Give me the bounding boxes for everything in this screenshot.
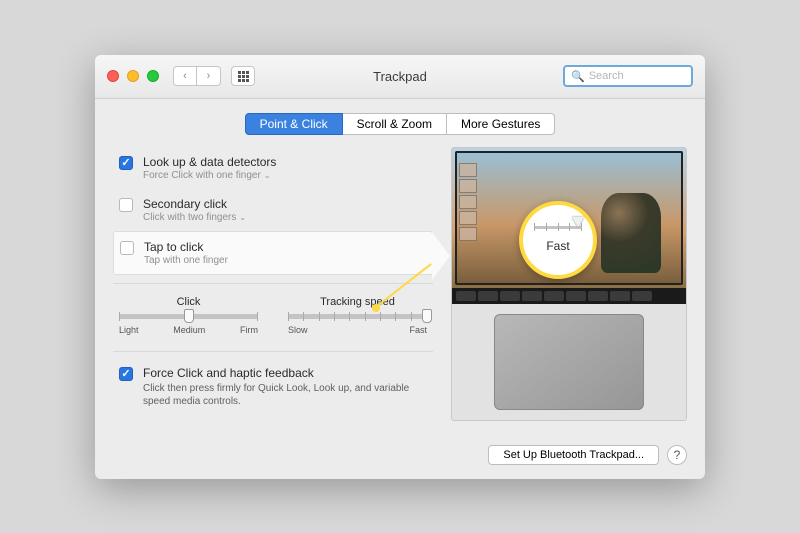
grid-icon [238, 71, 249, 82]
callout-bubble: Fast [519, 201, 597, 279]
nav-buttons: ‹ › [173, 66, 221, 86]
tracking-slider[interactable] [288, 314, 427, 319]
close-button[interactable] [107, 70, 119, 82]
help-button[interactable]: ? [667, 445, 687, 465]
tracking-mark-slow: Slow [288, 325, 308, 335]
secondary-dropdown[interactable]: Click with two fingers⌄ [143, 212, 246, 223]
traffic-lights [107, 70, 159, 82]
callout-anchor-dot [372, 304, 380, 312]
force-click-checkbox[interactable] [119, 367, 133, 381]
tab-more-gestures[interactable]: More Gestures [447, 113, 555, 135]
chevron-down-icon: ⌄ [264, 171, 271, 180]
force-click-desc: Click then press firmly for Quick Look, … [143, 382, 427, 408]
sliders-row: Click Light Medium Firm Tracking speed [113, 283, 433, 352]
lookup-title: Look up & data detectors [143, 155, 276, 169]
click-slider-thumb[interactable] [184, 309, 194, 323]
secondary-checkbox[interactable] [119, 198, 133, 212]
preview-touchbar [452, 288, 686, 304]
show-all-button[interactable] [231, 66, 255, 86]
tracking-slider-label: Tracking speed [288, 296, 427, 308]
preview-trackpad-area [452, 304, 686, 420]
preview-panel: Fast [451, 147, 687, 421]
preferences-window: ‹ › Trackpad 🔍 Search Point & Click Scro… [95, 55, 705, 479]
tab-point-click[interactable]: Point & Click [245, 113, 343, 135]
callout-slider [534, 226, 582, 229]
titlebar: ‹ › Trackpad 🔍 Search [95, 55, 705, 99]
tap-title: Tap to click [144, 240, 228, 254]
tap-subtitle: Tap with one finger [144, 255, 228, 266]
tab-bar: Point & Click Scroll & Zoom More Gesture… [95, 99, 705, 147]
tab-scroll-zoom[interactable]: Scroll & Zoom [343, 113, 447, 135]
tracking-slider-thumb[interactable] [422, 309, 432, 323]
click-slider-label: Click [119, 296, 258, 308]
search-placeholder: Search [589, 70, 624, 82]
secondary-title: Secondary click [143, 197, 246, 211]
lookup-dropdown[interactable]: Force Click with one finger⌄ [143, 170, 276, 181]
click-mark-medium: Medium [173, 325, 205, 335]
callout-label: Fast [546, 239, 569, 253]
search-input[interactable]: 🔍 Search [563, 65, 693, 87]
forward-button[interactable]: › [197, 66, 221, 86]
back-button[interactable]: ‹ [173, 66, 197, 86]
option-lookup: Look up & data detectors Force Click wit… [113, 147, 433, 189]
click-slider-group: Click Light Medium Firm [119, 296, 258, 335]
search-icon: 🔍 [571, 70, 585, 83]
chevron-left-icon: ‹ [183, 70, 187, 82]
minimize-button[interactable] [127, 70, 139, 82]
chevron-right-icon: › [207, 70, 211, 82]
tracking-slider-group: Tracking speed Slow Fast [288, 296, 427, 335]
tap-checkbox[interactable] [120, 241, 134, 255]
click-mark-firm: Firm [240, 325, 258, 335]
option-force-click: Force Click and haptic feedback Click th… [113, 352, 433, 408]
maximize-button[interactable] [147, 70, 159, 82]
option-tap: Tap to click Tap with one finger [113, 231, 433, 275]
preview-trackpad [494, 314, 644, 410]
callout-thumb-icon [572, 217, 584, 227]
option-secondary: Secondary click Click with two fingers⌄ [113, 189, 433, 231]
tracking-mark-fast: Fast [409, 325, 427, 335]
trackpad-preview [451, 147, 687, 421]
setup-bluetooth-button[interactable]: Set Up Bluetooth Trackpad... [488, 445, 659, 465]
click-mark-light: Light [119, 325, 139, 335]
lookup-checkbox[interactable] [119, 156, 133, 170]
content-area: Look up & data detectors Force Click wit… [95, 147, 705, 435]
footer: Set Up Bluetooth Trackpad... ? [95, 435, 705, 479]
click-slider[interactable] [119, 314, 258, 319]
options-panel: Look up & data detectors Force Click wit… [113, 147, 433, 421]
window-title: Trackpad [373, 69, 427, 84]
force-click-title: Force Click and haptic feedback [143, 366, 427, 380]
chevron-down-icon: ⌄ [239, 213, 246, 222]
